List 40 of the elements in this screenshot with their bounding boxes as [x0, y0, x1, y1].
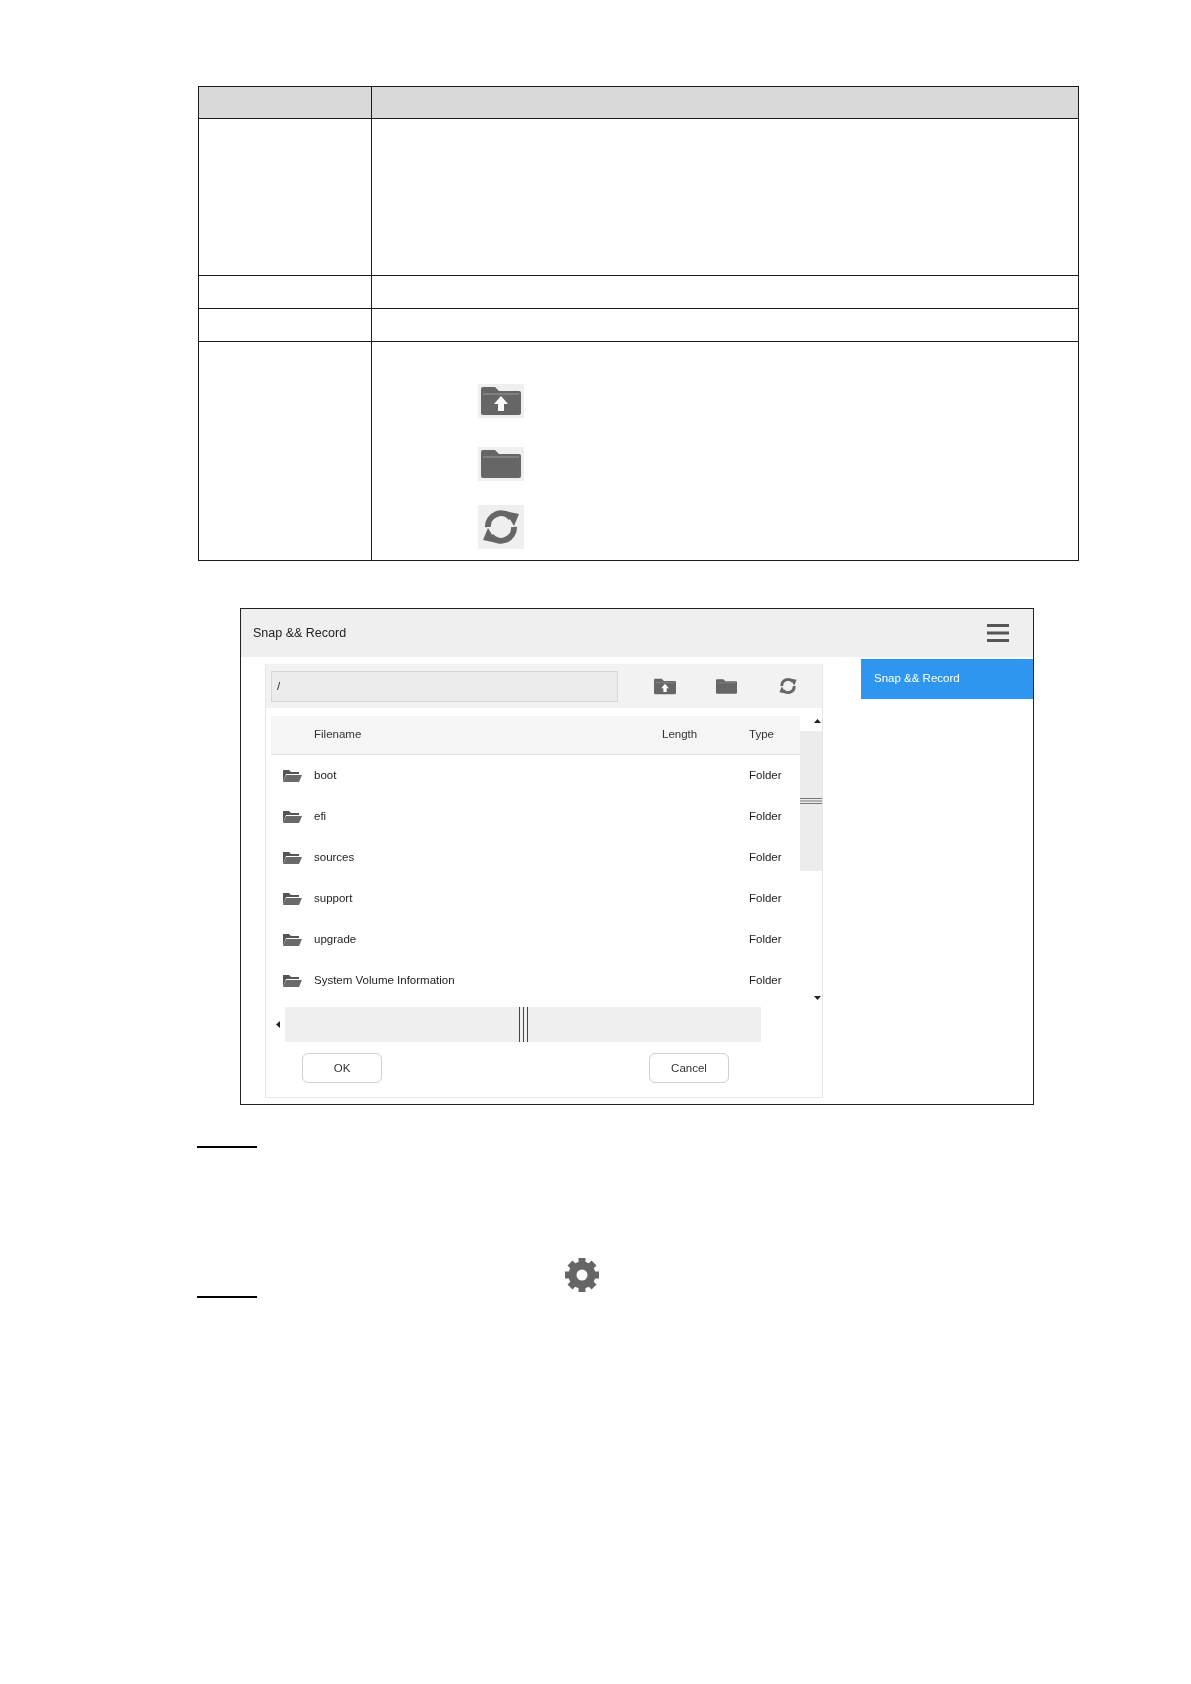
file-name: sources	[314, 849, 356, 865]
file-type: Folder	[749, 808, 783, 824]
refresh-icon[interactable]	[778, 676, 798, 696]
path-field[interactable]: /	[271, 670, 618, 702]
folder-icon	[282, 809, 302, 824]
folder-icon	[282, 932, 302, 947]
scroll-down-arrow-icon[interactable]	[814, 996, 821, 1000]
column-header[interactable]: Filename	[314, 726, 662, 744]
file-name: support	[314, 890, 354, 906]
folder-icon	[282, 850, 302, 865]
settings-icon	[564, 1257, 600, 1293]
folder-icon[interactable]	[716, 677, 737, 695]
folder-icon	[478, 447, 524, 481]
file-type: Folder	[749, 890, 783, 906]
scrollbar-thumb[interactable]	[800, 731, 822, 871]
scrollbar-thumb[interactable]	[285, 1006, 761, 1042]
folder-up-arrow-icon[interactable]	[654, 677, 676, 695]
file-type: Folder	[749, 849, 783, 865]
file-name: boot	[314, 767, 338, 783]
file-name: upgrade	[314, 931, 358, 947]
file-type: Folder	[749, 931, 783, 947]
grip-icon	[800, 798, 822, 804]
file-type: Folder	[749, 972, 783, 988]
scroll-up-arrow-icon[interactable]	[814, 719, 821, 723]
ok-button[interactable]: OK	[302, 1053, 382, 1083]
grip-icon	[518, 1006, 528, 1042]
folder-icon	[282, 768, 302, 783]
menu-icon[interactable]	[987, 624, 1009, 642]
folder-up-arrow-icon	[478, 384, 524, 418]
column-header[interactable]: Length	[662, 726, 749, 744]
scroll-left-arrow-icon[interactable]	[276, 1020, 280, 1028]
folder-icon	[282, 891, 302, 906]
file-type: Folder	[749, 767, 783, 783]
cancel-button[interactable]: Cancel	[649, 1053, 729, 1083]
file-name: efi	[314, 808, 328, 824]
column-header[interactable]: Type	[749, 726, 800, 744]
folder-icon	[282, 973, 302, 988]
file-name: System Volume Information	[314, 972, 456, 988]
refresh-icon	[478, 505, 524, 549]
window-title: Snap && Record	[253, 624, 347, 642]
